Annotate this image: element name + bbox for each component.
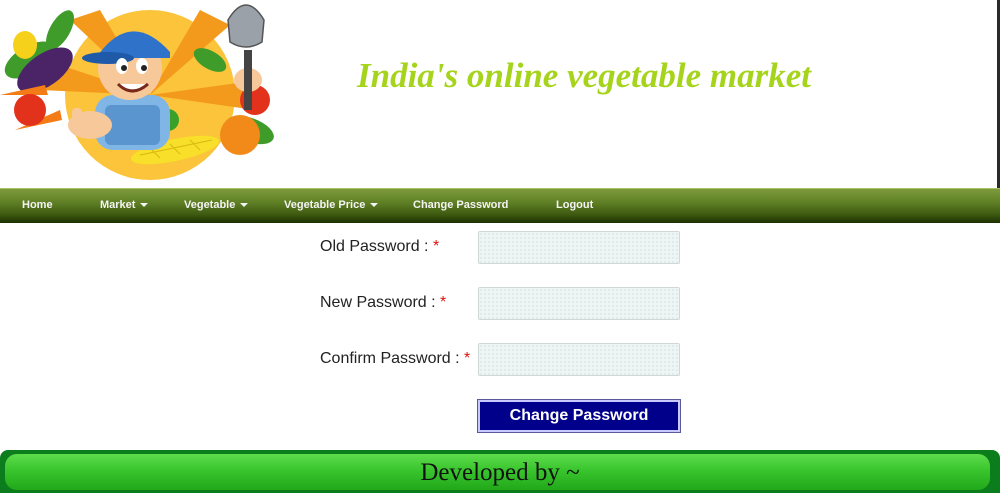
new-password-input[interactable] [478, 287, 680, 320]
confirm-password-input[interactable] [478, 343, 680, 376]
old-password-label-text: Old Password : [320, 238, 433, 255]
nav-home[interactable]: Home [22, 189, 53, 222]
site-header: India's online vegetable market [0, 0, 1000, 188]
nav-change-password-label: Change Password [413, 199, 509, 211]
nav-vegetable-price-label: Vegetable Price [284, 199, 366, 211]
nav-vegetable-price[interactable]: Vegetable Price [284, 189, 379, 222]
nav-logout[interactable]: Logout [556, 189, 593, 222]
dropdown-caret-icon [370, 203, 379, 208]
vegetable-farmer-logo [0, 4, 274, 180]
confirm-password-label-text: Confirm Password : [320, 350, 465, 367]
old-password-input[interactable] [478, 231, 680, 264]
new-password-label: New Password : * [320, 294, 446, 312]
required-marker: * [440, 294, 447, 311]
nav-home-label: Home [22, 199, 53, 211]
dropdown-caret-icon [240, 203, 249, 208]
dropdown-caret-icon [140, 203, 149, 208]
nav-vegetable[interactable]: Vegetable [184, 189, 249, 222]
nav-logout-label: Logout [556, 199, 594, 211]
new-password-label-text: New Password : [320, 294, 441, 311]
footer-credit: Developed by ~ [420, 459, 580, 486]
nav-market-label: Market [100, 199, 136, 211]
change-password-button[interactable]: Change Password [477, 399, 681, 433]
nav-change-password[interactable]: Change Password [413, 189, 508, 222]
main-navigation: Home Market Vegetable Vegetable Price Ch… [0, 188, 1000, 223]
required-marker: * [464, 350, 471, 367]
confirm-password-label: Confirm Password : * [320, 350, 470, 368]
nav-market[interactable]: Market [100, 189, 149, 222]
site-footer: Developed by ~ [0, 450, 1000, 493]
old-password-label: Old Password : * [320, 238, 439, 256]
nav-vegetable-label: Vegetable [184, 199, 236, 211]
site-title: India's online vegetable market [357, 56, 812, 95]
required-marker: * [432, 238, 440, 255]
